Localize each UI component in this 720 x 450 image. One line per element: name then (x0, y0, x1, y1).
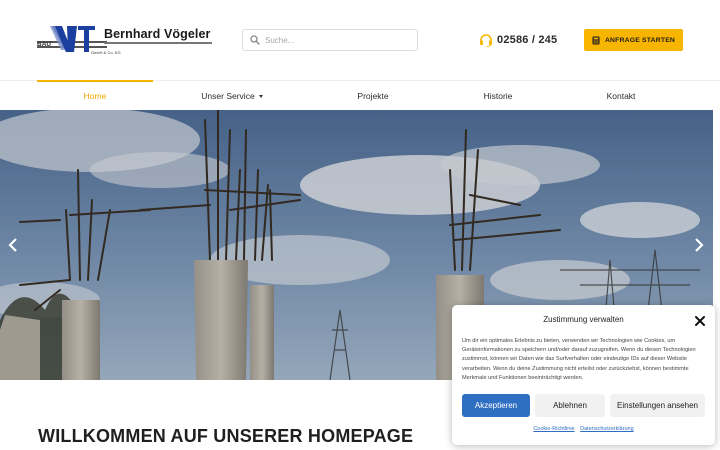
main-navigation: Home Unser Service Projekte Historie Kon… (0, 80, 720, 110)
nav-item-home[interactable]: Home (37, 80, 153, 111)
cookie-dialog-title: Zustimmung verwalten (543, 315, 624, 324)
phone-contact[interactable]: 02586 / 245 (479, 32, 557, 48)
nav-item-kontakt[interactable]: Kontakt (563, 81, 679, 111)
nav-item-projekte[interactable]: Projekte (315, 81, 431, 111)
cookie-policy-link[interactable]: Cookie-Richtlinie (533, 426, 574, 432)
caret-down-icon (258, 95, 263, 98)
search-icon (250, 35, 260, 45)
logo-underline-icon (104, 42, 212, 44)
welcome-heading: WILLKOMMEN AUF UNSERER HOMEPAGE (38, 426, 414, 446)
nav-item-unser-service[interactable]: Unser Service (174, 81, 290, 111)
calculator-icon (592, 36, 600, 44)
search-input[interactable] (265, 32, 413, 48)
logo-legal-form: GmbH & Co. KG (91, 50, 121, 55)
close-icon[interactable] (694, 314, 706, 326)
chevron-right-icon (695, 238, 704, 252)
logo-bau-text: BAU (37, 41, 52, 48)
slider-next-button[interactable] (689, 235, 709, 255)
slider-prev-button[interactable] (3, 235, 23, 255)
phone-number: 02586 / 245 (497, 34, 558, 46)
cookie-dialog-text: Um dir ein optimales Erlebnis zu bieten,… (462, 338, 696, 381)
cookie-consent-dialog: Zustimmung verwalten Um dir ein optimale… (452, 305, 715, 445)
nav-item-historie[interactable]: Historie (440, 81, 556, 111)
site-header: BAU Bernhard Vögeler GmbH & Co. KG 02586… (0, 0, 720, 80)
deny-cookies-button[interactable]: Ablehnen (535, 394, 605, 417)
headset-icon (480, 33, 492, 47)
cookie-links: Cookie-Richtlinie Datenschutzerklärung (452, 426, 715, 432)
nav-item-label: Home (83, 91, 107, 101)
view-settings-button[interactable]: Einstellungen ansehen (610, 394, 705, 417)
search-box[interactable] (242, 29, 418, 51)
privacy-policy-link[interactable]: Datenschutzerklärung (580, 426, 634, 432)
nav-item-label: Projekte (357, 91, 389, 101)
accept-cookies-button[interactable]: Akzeptieren (462, 394, 530, 417)
nav-item-label: Historie (483, 91, 513, 101)
nav-item-label: Unser Service (201, 91, 255, 101)
company-logo[interactable]: BAU Bernhard Vögeler GmbH & Co. KG (37, 24, 212, 58)
start-request-label: ANFRAGE STARTEN (604, 36, 676, 44)
page: BAU Bernhard Vögeler GmbH & Co. KG 02586… (0, 0, 720, 450)
start-request-button[interactable]: ANFRAGE STARTEN (584, 29, 683, 51)
nav-item-label: Kontakt (606, 91, 636, 101)
chevron-left-icon (8, 238, 17, 252)
logo-company-name: Bernhard Vögeler (104, 27, 211, 41)
